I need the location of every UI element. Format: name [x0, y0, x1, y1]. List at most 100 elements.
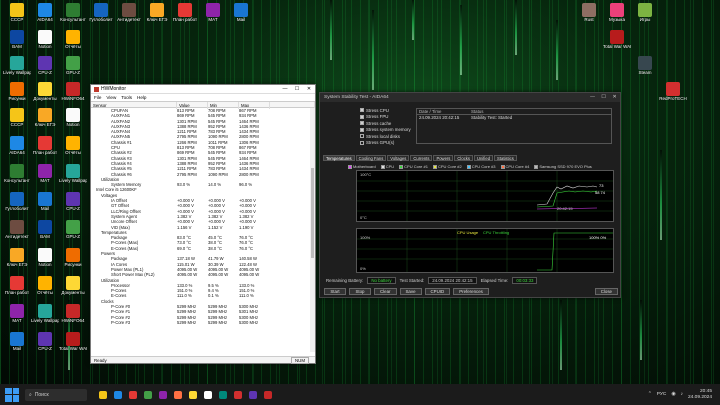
taskbar-app-icon[interactable]	[189, 390, 197, 399]
desktop-icon[interactable]: BAM	[31, 220, 59, 239]
taskbar-app-icon[interactable]	[264, 390, 272, 399]
desktop-icon[interactable]: CCCP	[3, 108, 31, 127]
desktop-icon[interactable]: Lively Wallpaper	[3, 56, 31, 75]
taskbar-search[interactable]: ⌕ Поиск	[25, 388, 87, 401]
menu-file[interactable]: File	[94, 95, 101, 100]
tab-clocks[interactable]: Clocks	[454, 155, 473, 161]
scrollbar-thumb[interactable]	[311, 168, 314, 258]
minimize-button[interactable]: —	[279, 86, 291, 92]
checkbox[interactable]	[360, 108, 364, 113]
desktop-icon[interactable]: GPU-Z	[59, 56, 87, 75]
start-button[interactable]: Start	[324, 288, 346, 295]
desktop-icon[interactable]: План работ	[3, 276, 31, 295]
checkbox[interactable]	[360, 134, 364, 139]
desktop-icon[interactable]: Антидетект	[115, 3, 143, 22]
legend-item[interactable]: CPU Core #3	[466, 164, 496, 169]
taskbar-clock[interactable]: 20:45 24.09.2024	[688, 389, 712, 401]
language-indicator[interactable]: РУС	[657, 392, 667, 397]
minimize-button[interactable]: —	[587, 95, 598, 100]
desktop-icon[interactable]: Гуглоболит	[87, 3, 115, 22]
chevron-up-icon[interactable]: ⌃	[648, 392, 652, 397]
desktop-icon[interactable]: BAM	[3, 30, 31, 49]
desktop-icon[interactable]: Notion	[31, 248, 59, 267]
legend-item[interactable]: Samsung SSD 970 EVO Plus	[534, 164, 592, 169]
hwmonitor-sensor-tree[interactable]: CPUFAN 813 RPM 708 RPM 867 RPM AUXFAN1 869 RP…	[91, 108, 315, 352]
desktop-icon[interactable]: AIDA64	[31, 3, 59, 22]
desktop-icon[interactable]: Ключ ЕГЭ	[143, 3, 171, 22]
desktop-icon[interactable]: План работ	[31, 136, 59, 155]
desktop-icon[interactable]: Рисунки	[59, 248, 87, 267]
sensor-row[interactable]: P-Core #3 5299 MHz 5299 MHz 5300 MHz	[91, 320, 315, 325]
taskbar-app-icon[interactable]	[114, 390, 122, 399]
legend-item[interactable]: Motherboard	[348, 164, 376, 169]
tab-temperatures[interactable]: Temperatures	[323, 155, 355, 161]
hwmonitor-scrollbar[interactable]	[310, 108, 315, 352]
legend-item[interactable]: CPU Core #2	[432, 164, 462, 169]
legend-checkbox[interactable]	[466, 164, 471, 169]
menu-tools[interactable]: Tools	[121, 95, 132, 100]
aida64-titlebar[interactable]: System Stability Test - AIDA64 — ☐ ✕	[320, 93, 620, 102]
hwmonitor-window[interactable]: HWMonitor — ☐ ✕ File View Tools Help Sen…	[90, 84, 316, 364]
desktop-icon[interactable]: Rust	[575, 3, 603, 22]
desktop-icon[interactable]: Музыка	[603, 3, 631, 22]
legend-checkbox[interactable]	[432, 164, 437, 169]
tab-currents[interactable]: Currents	[410, 155, 433, 161]
desktop-icon[interactable]: Рисунки	[3, 82, 31, 101]
menu-view[interactable]: View	[106, 95, 116, 100]
tab-unified[interactable]: Unified	[473, 155, 494, 161]
desktop-icon[interactable]: Lively Wallpaper	[31, 304, 59, 323]
tab-powers[interactable]: Powers	[433, 155, 454, 161]
close-button[interactable]: ✕	[303, 86, 315, 92]
preferences-button[interactable]: Preferences	[453, 288, 489, 295]
stop-button[interactable]: Stop	[349, 288, 371, 295]
close-button[interactable]: Close	[594, 288, 618, 295]
taskbar-app-icon[interactable]	[219, 390, 227, 399]
start-button[interactable]	[5, 387, 19, 402]
desktop-icon[interactable]: HWiNFO64	[59, 304, 87, 323]
desktop-icon[interactable]: Антидетект	[3, 220, 31, 239]
taskbar-app-icon[interactable]	[234, 390, 242, 399]
menu-help[interactable]: Help	[137, 95, 146, 100]
desktop-icon[interactable]: MAT	[199, 3, 227, 22]
checkbox[interactable]	[360, 127, 364, 132]
desktop-icon[interactable]: Документы	[31, 82, 59, 101]
wifi-icon[interactable]: ◉	[671, 392, 675, 397]
desktop-icon[interactable]: Гуглоболит	[3, 192, 31, 211]
taskbar-app-icon[interactable]	[159, 390, 167, 399]
desktop-icon[interactable]: RedProTECH	[659, 82, 687, 101]
checkbox[interactable]	[360, 114, 364, 119]
desktop-icon[interactable]: Консультант	[3, 164, 31, 183]
taskbar-app-icon[interactable]	[174, 390, 182, 399]
desktop-icon[interactable]: CPU-Z	[31, 332, 59, 351]
desktop-icon[interactable]: Lively Wallpaper	[59, 164, 87, 183]
maximize-button[interactable]: ☐	[598, 95, 609, 100]
desktop-icon[interactable]: Notion	[59, 108, 87, 127]
legend-checkbox[interactable]	[348, 164, 352, 169]
desktop-icon[interactable]: CCCP	[3, 3, 31, 22]
legend-checkbox[interactable]	[534, 164, 539, 169]
tab-statistics[interactable]: Statistics	[494, 155, 517, 161]
desktop-icon[interactable]: GPU-Z	[59, 220, 87, 239]
desktop-icon[interactable]: Ключ ЕГЭ	[31, 108, 59, 127]
desktop-icon[interactable]: Mail	[3, 332, 31, 351]
taskbar-app-icon[interactable]	[129, 390, 137, 399]
desktop-icon[interactable]: Игры	[631, 3, 659, 22]
hwmonitor-titlebar[interactable]: HWMonitor — ☐ ✕	[91, 85, 315, 94]
legend-checkbox[interactable]	[500, 164, 505, 169]
save-button[interactable]: Save	[399, 288, 422, 295]
volume-icon[interactable]: ♪	[681, 392, 683, 397]
aida64-stability-window[interactable]: System Stability Test - AIDA64 — ☐ ✕ Str…	[319, 92, 621, 298]
desktop-icon[interactable]: Steam	[631, 56, 659, 75]
taskbar-app-icon[interactable]	[144, 390, 152, 399]
desktop-icon[interactable]: Total War WARHAMMER	[603, 30, 631, 49]
checkbox[interactable]	[360, 121, 364, 126]
close-button[interactable]: ✕	[609, 95, 620, 100]
desktop-icon[interactable]: Notion	[31, 30, 59, 49]
desktop-icon[interactable]: CPU-Z	[31, 56, 59, 75]
legend-checkbox[interactable]	[380, 164, 385, 169]
desktop-icon[interactable]: AIDA64	[3, 136, 31, 155]
tab-voltages[interactable]: Voltages	[387, 155, 410, 161]
desktop-icon[interactable]: Mail	[227, 3, 255, 22]
legend-item[interactable]: CPU Core #1	[399, 164, 428, 169]
desktop-icon[interactable]: Консультант	[59, 3, 87, 22]
